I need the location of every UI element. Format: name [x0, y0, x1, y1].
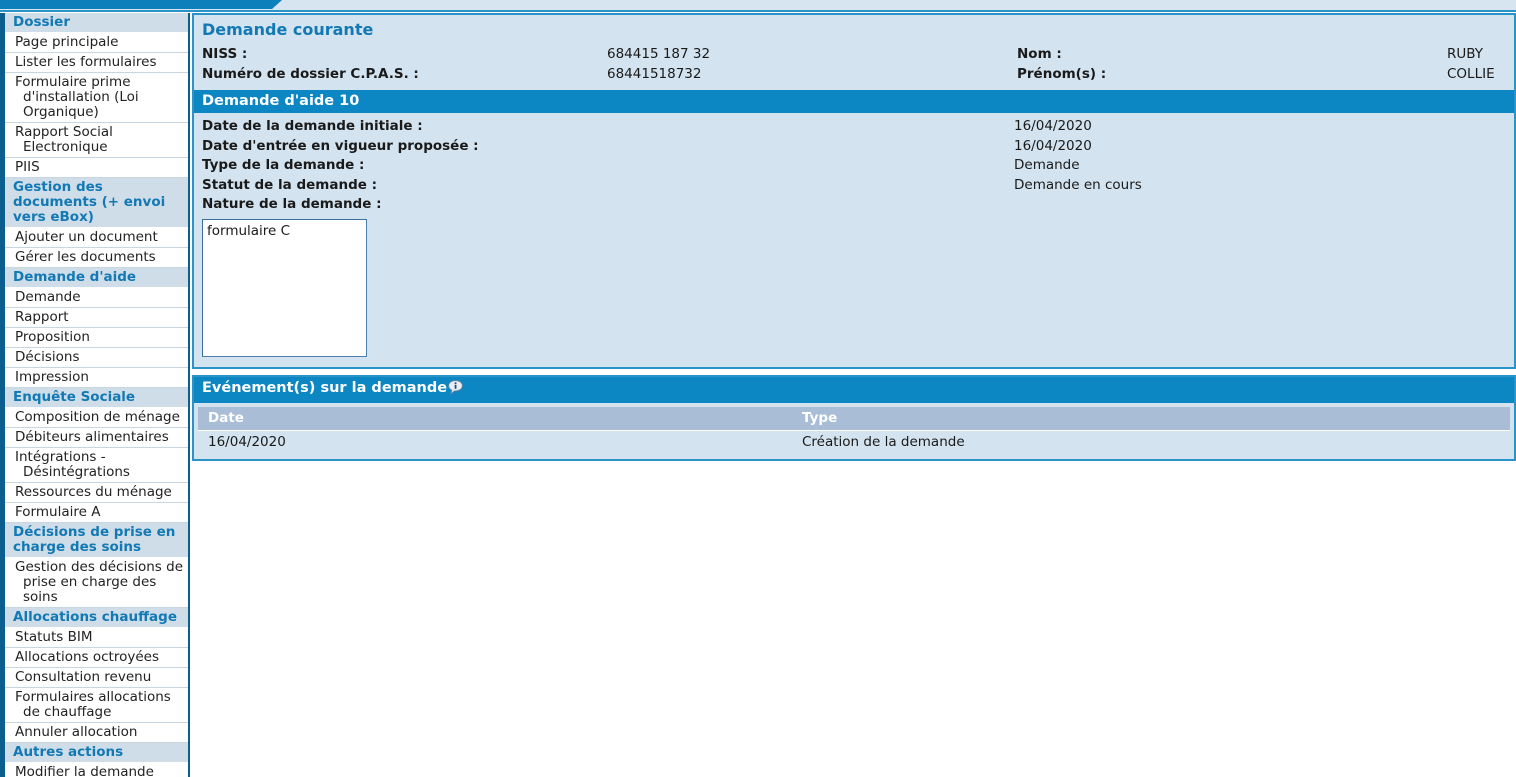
date-demande-initiale-label: Date de la demande initiale : — [202, 118, 423, 134]
column-header-date[interactable]: Date — [198, 406, 792, 431]
prenom-value: COLLIE — [1447, 65, 1495, 82]
column-header-type[interactable]: Type — [792, 406, 1510, 431]
sidebar-item[interactable]: Annuler allocation — [5, 723, 188, 743]
events-section-title: Evénement(s) sur la demande — [194, 376, 1514, 403]
statut-demande-label: Statut de la demande : — [202, 176, 377, 193]
statut-demande-value: Demande en cours — [1014, 176, 1142, 193]
sidebar-item[interactable]: Statuts BIM — [5, 628, 188, 648]
events-panel: Evénement(s) sur la demande Date Type 16… — [192, 374, 1516, 461]
sidebar-item[interactable]: Lister les formulaires — [5, 53, 188, 73]
sidebar-item[interactable]: PIIS — [5, 158, 188, 178]
nature-demande-label: Nature de la demande : — [202, 196, 382, 212]
sidebar-item[interactable]: Composition de ménage — [5, 408, 188, 428]
numero-dossier-label: Numéro de dossier C.P.A.S. : — [202, 65, 419, 82]
sidebar-item[interactable]: Rapport — [5, 308, 188, 328]
sidebar-item[interactable]: Modifier la demande — [5, 763, 188, 777]
sidebar-item[interactable]: Ressources du ménage — [5, 483, 188, 503]
sidebar-section-3: Enquête Sociale — [5, 388, 188, 408]
info-bubble-icon[interactable] — [448, 379, 463, 400]
events-table: Date Type 16/04/2020 Création de la deman… — [198, 406, 1510, 454]
sidebar-section-0: Dossier — [5, 13, 188, 33]
sidebar-item[interactable]: Intégrations - Désintégrations — [5, 448, 188, 483]
page-title: Demande courante — [202, 20, 374, 39]
sidebar-item[interactable]: Décisions — [5, 348, 188, 368]
sidebar-item[interactable]: Formulaire A — [5, 503, 188, 523]
table-header-row: Date Type — [198, 406, 1510, 431]
sidebar-section-1: Gestion des documents (+ envoi vers eBox… — [5, 178, 188, 228]
nature-demande-value — [1014, 195, 1514, 215]
niss-label: NISS : — [202, 46, 248, 62]
sidebar-item[interactable]: Demande — [5, 288, 188, 308]
nom-value: RUBY — [1447, 46, 1484, 62]
top-rule — [0, 10, 1516, 12]
date-entree-vigueur-label: Date d'entrée en vigueur proposée : — [202, 137, 479, 154]
table-row[interactable]: 16/04/2020 Création de la demande — [198, 430, 1510, 454]
application-window: Dossier Page principale Lister les formula… — [0, 0, 1516, 777]
top-decoration-bar — [0, 0, 1516, 12]
sidebar-item[interactable]: Gestion des décisions de prise en charge… — [5, 558, 188, 608]
sidebar-section-4: Décisions de prise en charge des soins — [5, 523, 188, 558]
aid-request-section-title: Demande d'aide 10 — [194, 90, 1514, 113]
date-demande-initiale-value: 16/04/2020 — [1014, 118, 1092, 134]
main-content: Demande courante NISS : 684415 187 32 No… — [192, 13, 1516, 777]
cell-type: Création de la demande — [792, 430, 1510, 454]
sidebar-item[interactable]: Page principale — [5, 33, 188, 53]
sidebar-section-5: Allocations chauffage — [5, 608, 188, 628]
sidebar-item[interactable]: Débiteurs alimentaires — [5, 428, 188, 448]
sidebar-navigation: Dossier Page principale Lister les formula… — [0, 13, 190, 777]
nom-label: Nom : — [1017, 46, 1062, 62]
events-table-wrapper: Date Type 16/04/2020 Création de la deman… — [194, 403, 1514, 459]
date-entree-vigueur-value: 16/04/2020 — [1014, 137, 1092, 154]
numero-dossier-value: 68441518732 — [607, 65, 702, 82]
sidebar-item[interactable]: Formulaire prime d'installation (Loi Org… — [5, 73, 188, 123]
sidebar-item[interactable]: Rapport Social Electronique — [5, 123, 188, 158]
current-request-panel: Demande courante NISS : 684415 187 32 No… — [192, 13, 1516, 369]
sidebar-item[interactable]: Gérer les documents — [5, 248, 188, 268]
sidebar-section-2: Demande d'aide — [5, 268, 188, 288]
niss-value: 684415 187 32 — [607, 46, 711, 62]
sidebar-item[interactable]: Allocations octroyées — [5, 648, 188, 668]
prenom-label: Prénom(s) : — [1017, 65, 1107, 82]
sidebar-section-6: Autres actions — [5, 743, 188, 763]
current-request-fields: NISS : 684415 187 32 Nom : RUBY Numéro d… — [194, 45, 1514, 90]
type-demande-label: Type de la demande : — [202, 157, 365, 173]
nature-demande-textarea[interactable] — [202, 218, 367, 357]
aid-request-fields: Date de la demande initiale : 16/04/2020… — [194, 113, 1514, 219]
sidebar-item[interactable]: Impression — [5, 368, 188, 388]
sidebar-item[interactable]: Formulaires allocations de chauffage — [5, 688, 188, 723]
type-demande-value: Demande — [1014, 157, 1080, 173]
top-active-tab-shape — [0, 0, 282, 9]
events-section-label: Evénement(s) sur la demande — [202, 379, 448, 396]
cell-date: 16/04/2020 — [198, 430, 792, 454]
sidebar-item[interactable]: Consultation revenu — [5, 668, 188, 688]
sidebar-item[interactable]: Ajouter un document — [5, 228, 188, 248]
sidebar-item[interactable]: Proposition — [5, 328, 188, 348]
